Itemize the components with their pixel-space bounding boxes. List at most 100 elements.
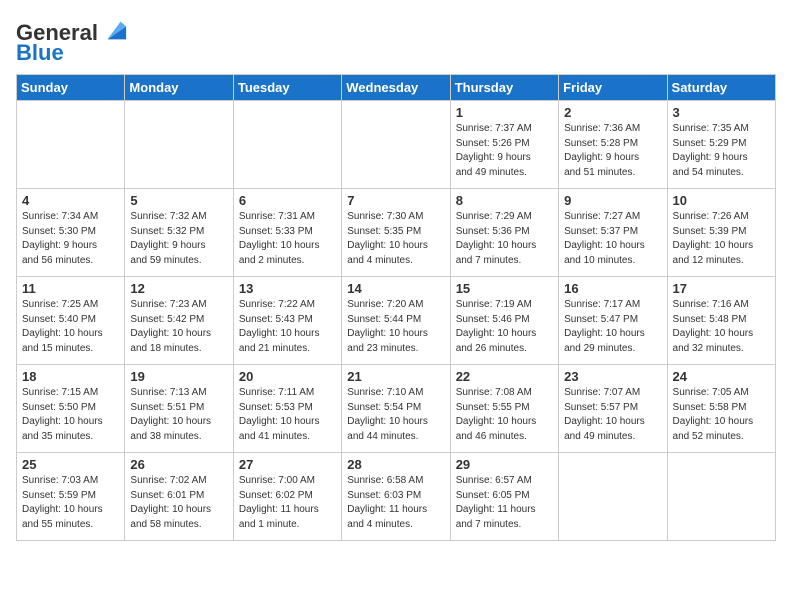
day-number: 14 <box>347 281 444 296</box>
calendar-cell: 5 Sunrise: 7:32 AMSunset: 5:32 PMDaylight… <box>125 189 233 277</box>
day-number: 25 <box>22 457 119 472</box>
calendar-cell <box>559 453 667 541</box>
calendar-cell: 19Sunrise: 7:13 AMSunset: 5:51 PMDayligh… <box>125 365 233 453</box>
day-info: Sunrise: 7:22 AMSunset: 5:43 PMDaylight:… <box>239 298 336 356</box>
calendar-cell: 18 Sunrise: 7:15 AMSunset: 5:50 PMDayligh… <box>17 365 125 453</box>
day-info: Sunrise: 7:26 AMSunset: 5:39 PMDaylight:… <box>673 210 770 268</box>
day-number: 3 <box>673 105 770 120</box>
day-info: Sunrise: 7:00 AMSunset: 6:02 PMDaylight:… <box>239 474 336 532</box>
day-number: 8 <box>456 193 553 208</box>
day-number: 19 <box>130 369 227 384</box>
calendar-cell: 10 Sunrise: 7:26 AMSunset: 5:39 PMDayligh… <box>667 189 775 277</box>
week-row-4: 18 Sunrise: 7:15 AMSunset: 5:50 PMDayligh… <box>17 365 776 453</box>
calendar-cell: 8 Sunrise: 7:29 AMSunset: 5:36 PMDaylight… <box>450 189 558 277</box>
day-info: Sunrise: 7:37 AMSunset: 5:26 PMDaylight:… <box>456 122 553 180</box>
calendar-cell <box>233 101 341 189</box>
calendar-cell <box>125 101 233 189</box>
calendar-cell: 17 Sunrise: 7:16 AMSunset: 5:48 PMDayligh… <box>667 277 775 365</box>
calendar-cell: 28Sunrise: 6:58 AMSunset: 6:03 PMDayligh… <box>342 453 450 541</box>
header-friday: Friday <box>559 75 667 101</box>
calendar-cell: 20Sunrise: 7:11 AMSunset: 5:53 PMDayligh… <box>233 365 341 453</box>
calendar-cell <box>342 101 450 189</box>
header-sunday: Sunday <box>17 75 125 101</box>
calendar-cell: 24Sunrise: 7:05 AMSunset: 5:58 PMDayligh… <box>667 365 775 453</box>
calendar-table: Sunday Monday Tuesday Wednesday Thursday… <box>16 74 776 541</box>
day-info: Sunrise: 7:08 AMSunset: 5:55 PMDaylight:… <box>456 386 553 444</box>
header-wednesday: Wednesday <box>342 75 450 101</box>
day-info: Sunrise: 7:15 AMSunset: 5:50 PMDaylight:… <box>22 386 119 444</box>
day-number: 12 <box>130 281 227 296</box>
day-number: 13 <box>239 281 336 296</box>
day-info: Sunrise: 7:16 AMSunset: 5:48 PMDaylight:… <box>673 298 770 356</box>
header-monday: Monday <box>125 75 233 101</box>
day-info: Sunrise: 7:02 AMSunset: 6:01 PMDaylight:… <box>130 474 227 532</box>
day-info: Sunrise: 7:36 AMSunset: 5:28 PMDaylight:… <box>564 122 661 180</box>
day-number: 5 <box>130 193 227 208</box>
calendar-cell: 14 Sunrise: 7:20 AMSunset: 5:44 PMDayligh… <box>342 277 450 365</box>
day-number: 23 <box>564 369 661 384</box>
day-number: 26 <box>130 457 227 472</box>
calendar-cell: 16 Sunrise: 7:17 AMSunset: 5:47 PMDayligh… <box>559 277 667 365</box>
week-row-2: 4Sunrise: 7:34 AMSunset: 5:30 PMDaylight… <box>17 189 776 277</box>
calendar-cell: 6 Sunrise: 7:31 AMSunset: 5:33 PMDaylight… <box>233 189 341 277</box>
day-info: Sunrise: 7:35 AMSunset: 5:29 PMDaylight:… <box>673 122 770 180</box>
calendar-cell: 21 Sunrise: 7:10 AMSunset: 5:54 PMDayligh… <box>342 365 450 453</box>
header-thursday: Thursday <box>450 75 558 101</box>
calendar-cell: 23 Sunrise: 7:07 AMSunset: 5:57 PMDayligh… <box>559 365 667 453</box>
day-info: Sunrise: 7:27 AMSunset: 5:37 PMDaylight:… <box>564 210 661 268</box>
day-number: 7 <box>347 193 444 208</box>
day-info: Sunrise: 7:19 AMSunset: 5:46 PMDaylight:… <box>456 298 553 356</box>
calendar-cell: 7 Sunrise: 7:30 AMSunset: 5:35 PMDaylight… <box>342 189 450 277</box>
day-number: 16 <box>564 281 661 296</box>
day-number: 22 <box>456 369 553 384</box>
calendar-cell: 12Sunrise: 7:23 AMSunset: 5:42 PMDayligh… <box>125 277 233 365</box>
day-number: 2 <box>564 105 661 120</box>
day-info: Sunrise: 7:30 AMSunset: 5:35 PMDaylight:… <box>347 210 444 268</box>
day-number: 27 <box>239 457 336 472</box>
calendar-cell: 1 Sunrise: 7:37 AMSunset: 5:26 PMDaylight… <box>450 101 558 189</box>
day-number: 24 <box>673 369 770 384</box>
day-number: 9 <box>564 193 661 208</box>
week-row-1: 1 Sunrise: 7:37 AMSunset: 5:26 PMDaylight… <box>17 101 776 189</box>
day-info: Sunrise: 7:03 AMSunset: 5:59 PMDaylight:… <box>22 474 119 532</box>
day-info: Sunrise: 7:31 AMSunset: 5:33 PMDaylight:… <box>239 210 336 268</box>
day-info: Sunrise: 7:32 AMSunset: 5:32 PMDaylight:… <box>130 210 227 268</box>
day-number: 17 <box>673 281 770 296</box>
day-info: Sunrise: 7:10 AMSunset: 5:54 PMDaylight:… <box>347 386 444 444</box>
day-info: Sunrise: 6:58 AMSunset: 6:03 PMDaylight:… <box>347 474 444 532</box>
day-info: Sunrise: 7:29 AMSunset: 5:36 PMDaylight:… <box>456 210 553 268</box>
day-number: 15 <box>456 281 553 296</box>
day-number: 21 <box>347 369 444 384</box>
day-number: 1 <box>456 105 553 120</box>
page-header: General Blue <box>16 16 776 66</box>
calendar-header-row: Sunday Monday Tuesday Wednesday Thursday… <box>17 75 776 101</box>
calendar-cell: 26 Sunrise: 7:02 AMSunset: 6:01 PMDayligh… <box>125 453 233 541</box>
day-info: Sunrise: 7:17 AMSunset: 5:47 PMDaylight:… <box>564 298 661 356</box>
calendar-cell: 3 Sunrise: 7:35 AMSunset: 5:29 PMDaylight… <box>667 101 775 189</box>
day-info: Sunrise: 7:11 AMSunset: 5:53 PMDaylight:… <box>239 386 336 444</box>
day-number: 10 <box>673 193 770 208</box>
week-row-5: 25 Sunrise: 7:03 AMSunset: 5:59 PMDayligh… <box>17 453 776 541</box>
calendar-cell: 2 Sunrise: 7:36 AMSunset: 5:28 PMDaylight… <box>559 101 667 189</box>
calendar-cell: 4Sunrise: 7:34 AMSunset: 5:30 PMDaylight… <box>17 189 125 277</box>
day-info: Sunrise: 7:34 AMSunset: 5:30 PMDaylight:… <box>22 210 119 268</box>
calendar-cell: 11 Sunrise: 7:25 AMSunset: 5:40 PMDayligh… <box>17 277 125 365</box>
logo-icon <box>100 17 128 45</box>
day-info: Sunrise: 7:20 AMSunset: 5:44 PMDaylight:… <box>347 298 444 356</box>
week-row-3: 11 Sunrise: 7:25 AMSunset: 5:40 PMDayligh… <box>17 277 776 365</box>
day-info: Sunrise: 7:07 AMSunset: 5:57 PMDaylight:… <box>564 386 661 444</box>
day-number: 6 <box>239 193 336 208</box>
day-info: Sunrise: 7:25 AMSunset: 5:40 PMDaylight:… <box>22 298 119 356</box>
calendar-cell <box>17 101 125 189</box>
calendar-cell: 29Sunrise: 6:57 AMSunset: 6:05 PMDayligh… <box>450 453 558 541</box>
header-tuesday: Tuesday <box>233 75 341 101</box>
day-number: 18 <box>22 369 119 384</box>
day-number: 11 <box>22 281 119 296</box>
calendar-cell <box>667 453 775 541</box>
calendar-cell: 22 Sunrise: 7:08 AMSunset: 5:55 PMDayligh… <box>450 365 558 453</box>
day-number: 29 <box>456 457 553 472</box>
calendar-cell: 25 Sunrise: 7:03 AMSunset: 5:59 PMDayligh… <box>17 453 125 541</box>
calendar-cell: 27 Sunrise: 7:00 AMSunset: 6:02 PMDayligh… <box>233 453 341 541</box>
calendar-cell: 15 Sunrise: 7:19 AMSunset: 5:46 PMDayligh… <box>450 277 558 365</box>
calendar-cell: 13 Sunrise: 7:22 AMSunset: 5:43 PMDayligh… <box>233 277 341 365</box>
